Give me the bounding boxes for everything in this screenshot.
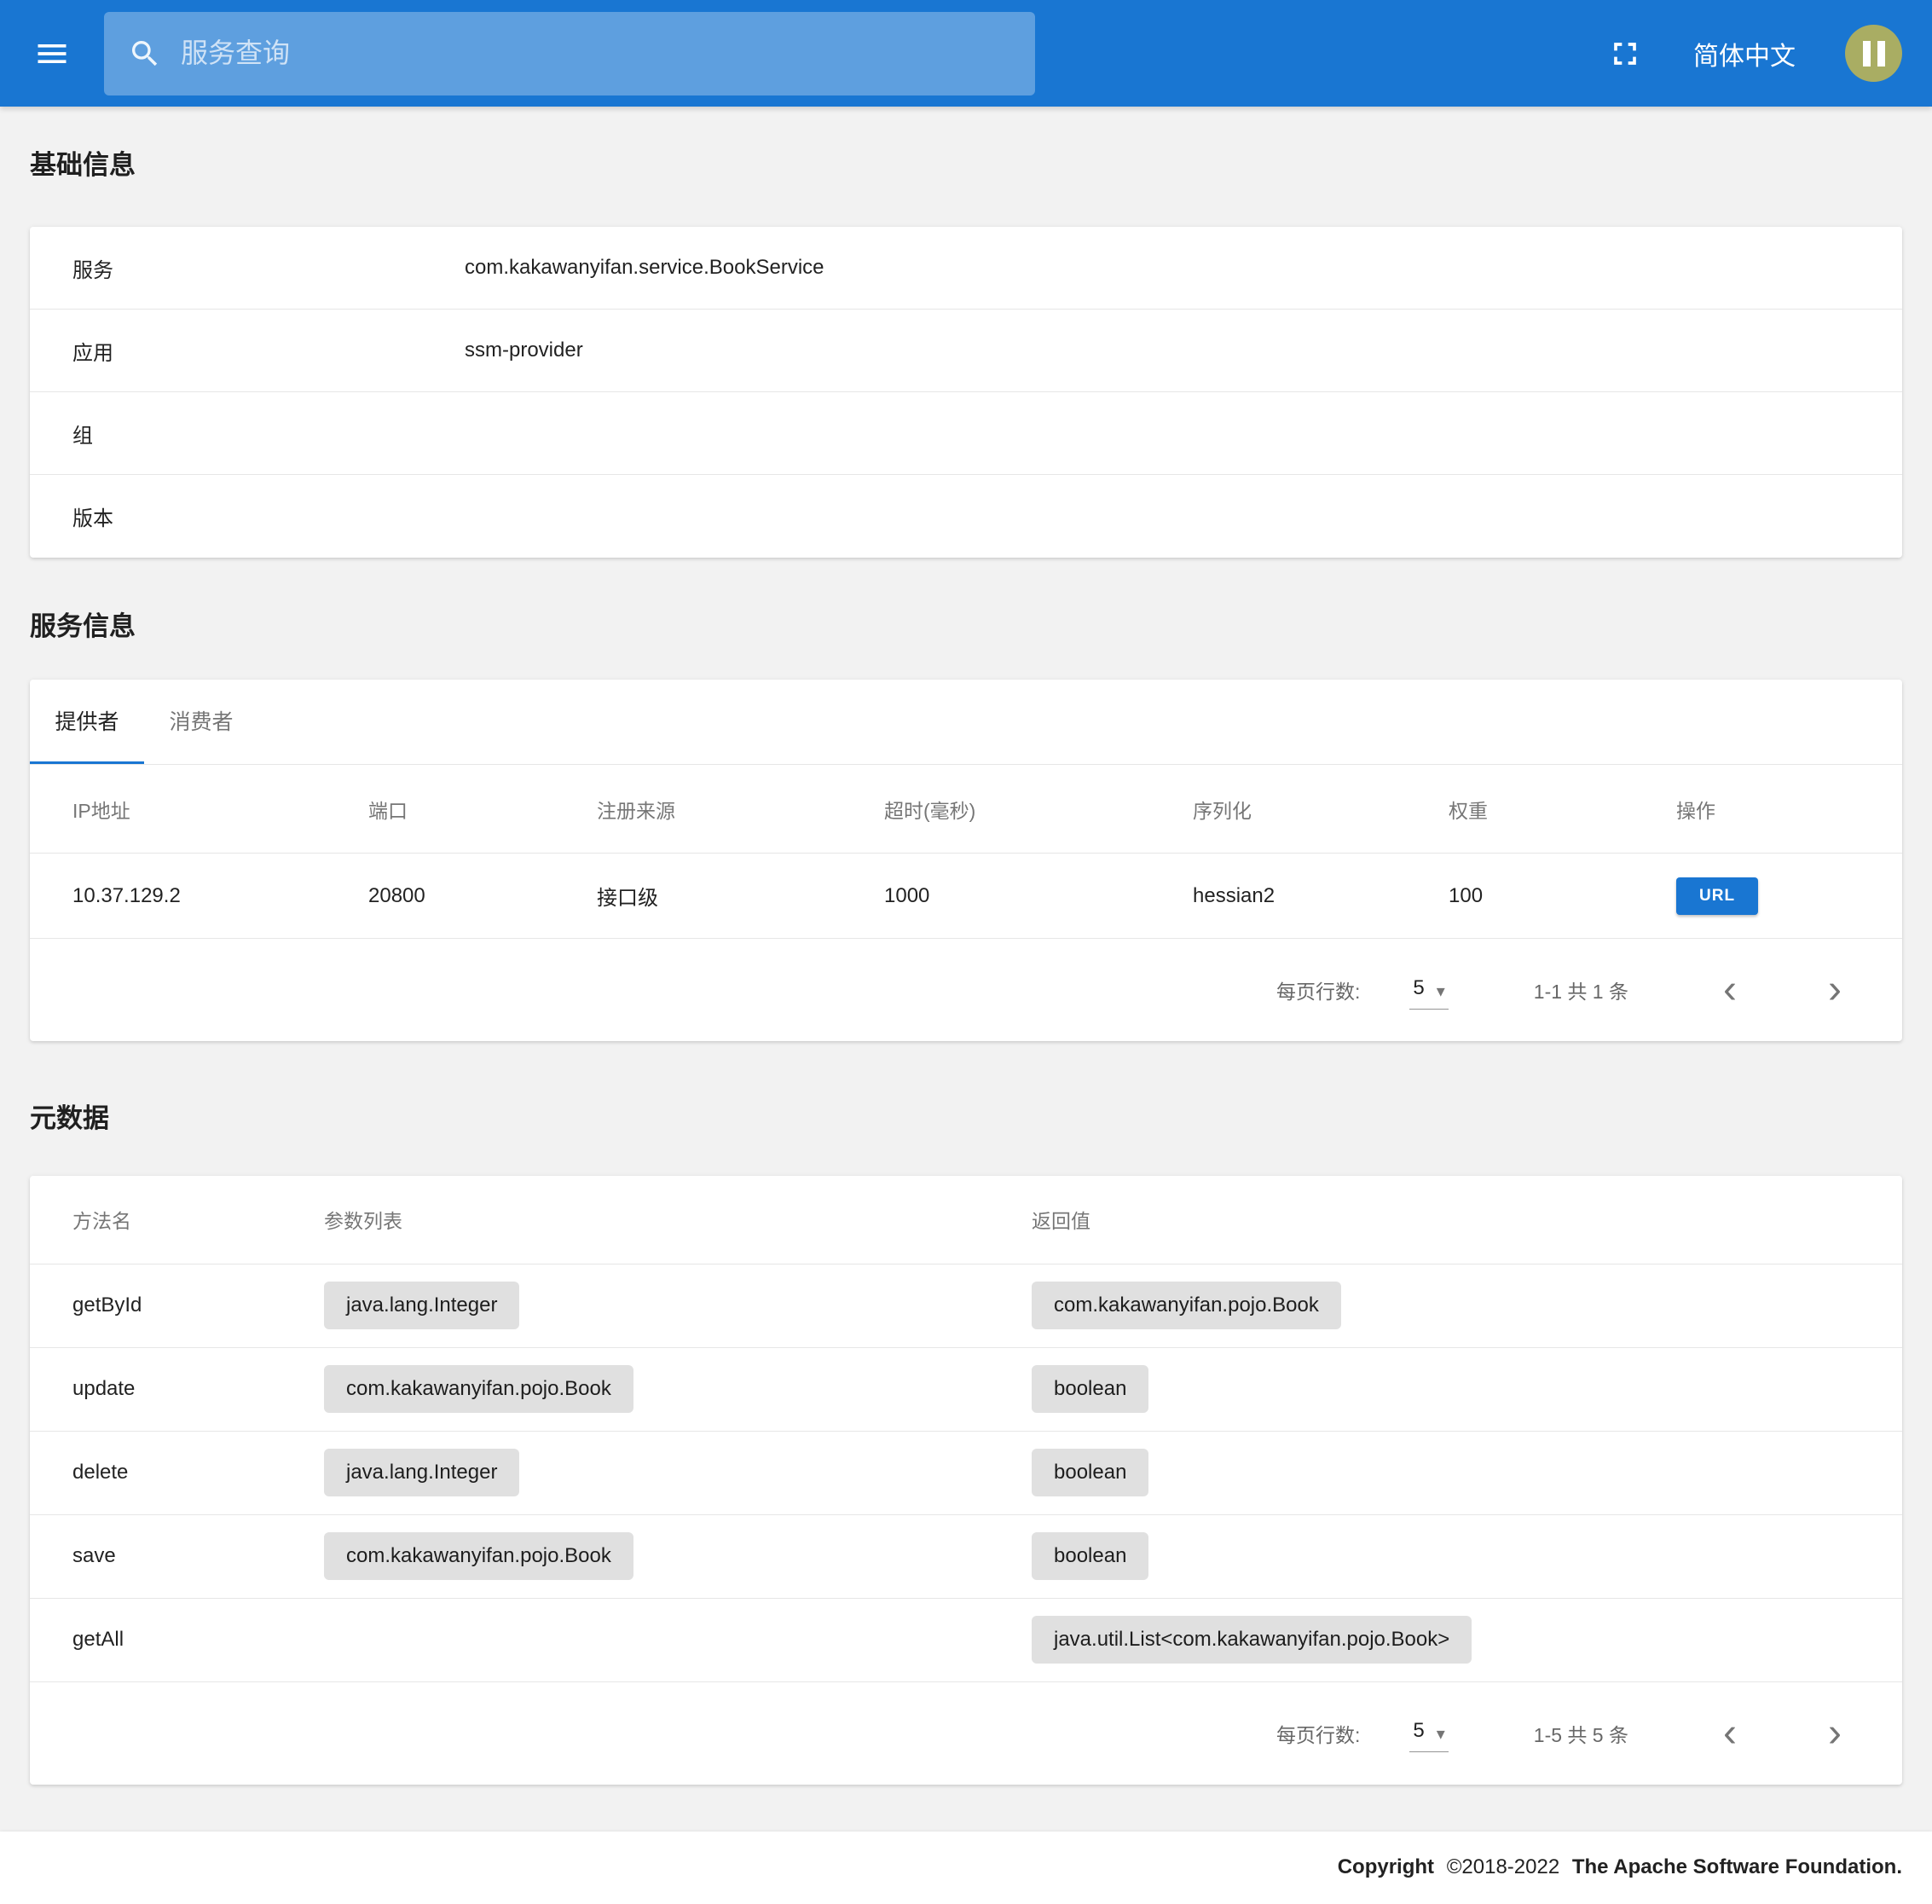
tab-providers[interactable]: 提供者 [30,680,144,764]
fullscreen-button[interactable] [1606,35,1644,72]
rows-per-page-value: 5 [1413,1719,1424,1743]
search-box[interactable] [104,12,1035,95]
info-label: 组 [72,419,465,449]
cell-source: 接口级 [597,881,884,911]
main-content: 基础信息 服务 com.kakawanyifan.service.BookSer… [0,149,1932,1904]
metadata-pagination: 每页行数: 5 ▾ 1-5 共 5 条 ‹ › [30,1682,1902,1785]
fullscreen-icon [1606,35,1644,72]
metadata-title: 元数据 [30,1102,1902,1134]
cell-method: getAll [72,1628,324,1652]
col-header-action: 操作 [1676,795,1860,824]
rows-per-page-label: 每页行数: [1276,975,1360,1004]
app-bar: 简体中文 [0,0,1932,107]
info-label: 版本 [72,501,465,531]
hamburger-icon [33,35,71,72]
metadata-row-update: update com.kakawanyifan.pojo.Book boolea… [30,1348,1902,1432]
cell-ip: 10.37.129.2 [72,884,368,908]
col-header-serialization: 序列化 [1193,795,1449,824]
metadata-card: 方法名 参数列表 返回值 getById java.lang.Integer c… [30,1176,1902,1785]
basic-info-card: 服务 com.kakawanyifan.service.BookService … [30,227,1902,558]
chevron-left-icon: ‹ [1723,1710,1737,1756]
cell-method: update [72,1377,324,1401]
menu-button[interactable] [30,32,74,76]
col-header-returns: 返回值 [1032,1205,1860,1234]
appbar-actions: 简体中文 [1606,25,1902,82]
cell-method: delete [72,1461,324,1484]
param-chip: com.kakawanyifan.pojo.Book [324,1532,633,1580]
rows-per-page-label: 每页行数: [1276,1719,1360,1748]
info-value: ssm-provider [465,339,1860,362]
provider-table-header: IP地址 端口 注册来源 超时(毫秒) 序列化 权重 操作 [30,765,1902,854]
basic-info-title: 基础信息 [30,149,1902,181]
rows-per-page-select[interactable]: 5 ▾ [1409,1714,1448,1752]
info-row-service: 服务 com.kakawanyifan.service.BookService [30,227,1902,310]
chevron-down-icon: ▾ [1437,983,1445,1000]
cell-weight: 100 [1449,884,1676,908]
next-page-button[interactable]: › [1814,1713,1855,1754]
url-button[interactable]: URL [1676,877,1758,915]
copyright-text: Copyright ©2018-2022 The Apache Software… [1338,1855,1902,1879]
provider-pagination: 每页行数: 5 ▾ 1-1 共 1 条 ‹ › [30,939,1902,1041]
search-icon [128,37,162,71]
metadata-row-getById: getById java.lang.Integer com.kakawanyif… [30,1265,1902,1348]
return-chip: boolean [1032,1365,1148,1413]
return-chip: boolean [1032,1532,1148,1580]
pagination-range: 1-5 共 5 条 [1534,1719,1628,1748]
chevron-right-icon: › [1828,967,1842,1012]
return-chip: java.util.List<com.kakawanyifan.pojo.Boo… [1032,1616,1472,1664]
chevron-left-icon: ‹ [1723,967,1737,1012]
chevron-down-icon: ▾ [1437,1726,1445,1743]
service-tabs: 提供者 消费者 [30,680,1902,765]
info-label: 服务 [72,253,465,283]
provider-row: 10.37.129.2 20800 接口级 1000 hessian2 100 … [30,854,1902,939]
pagination-range: 1-1 共 1 条 [1534,975,1628,1004]
metadata-row-save: save com.kakawanyifan.pojo.Book boolean [30,1515,1902,1599]
footer: Copyright ©2018-2022 The Apache Software… [0,1832,1932,1904]
prev-page-button[interactable]: ‹ [1709,969,1750,1010]
info-row-application: 应用 ssm-provider [30,310,1902,392]
return-chip: boolean [1032,1449,1148,1496]
avatar[interactable] [1845,25,1902,82]
info-value: com.kakawanyifan.service.BookService [465,256,1860,280]
param-chip: com.kakawanyifan.pojo.Book [324,1365,633,1413]
language-switcher[interactable]: 简体中文 [1693,35,1796,72]
param-chip: java.lang.Integer [324,1449,519,1496]
rows-per-page-value: 5 [1413,976,1424,1000]
prev-page-button[interactable]: ‹ [1709,1713,1750,1754]
metadata-row-delete: delete java.lang.Integer boolean [30,1432,1902,1515]
return-chip: com.kakawanyifan.pojo.Book [1032,1282,1341,1329]
col-header-timeout: 超时(毫秒) [884,795,1193,824]
col-header-source: 注册来源 [597,795,884,824]
rows-per-page-select[interactable]: 5 ▾ [1409,971,1448,1010]
next-page-button[interactable]: › [1814,969,1855,1010]
col-header-params: 参数列表 [324,1205,1032,1234]
param-chip: java.lang.Integer [324,1282,519,1329]
cell-method: save [72,1544,324,1568]
col-header-port: 端口 [368,795,597,824]
cell-port: 20800 [368,884,597,908]
chevron-right-icon: › [1828,1710,1842,1756]
metadata-row-getAll: getAll java.util.List<com.kakawanyifan.p… [30,1599,1902,1682]
tab-consumers[interactable]: 消费者 [144,680,258,764]
col-header-method: 方法名 [72,1205,324,1234]
service-info-title: 服务信息 [30,611,1902,642]
metadata-table-header: 方法名 参数列表 返回值 [30,1176,1902,1265]
cell-timeout: 1000 [884,884,1193,908]
col-header-weight: 权重 [1449,795,1676,824]
search-input[interactable] [181,38,1011,69]
cell-serialization: hessian2 [1193,884,1449,908]
col-header-ip: IP地址 [72,795,368,824]
info-label: 应用 [72,336,465,366]
service-info-card: 提供者 消费者 IP地址 端口 注册来源 超时(毫秒) 序列化 权重 操作 10… [30,680,1902,1041]
cell-method: getById [72,1293,324,1317]
info-row-version: 版本 [30,475,1902,558]
info-row-group: 组 [30,392,1902,475]
